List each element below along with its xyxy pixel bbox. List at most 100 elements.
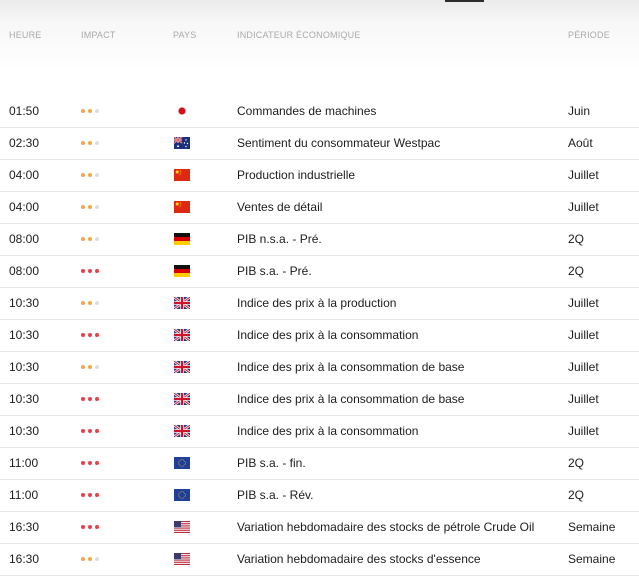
column-header-time[interactable]: HEURE (9, 29, 42, 41)
event-time: 10:30 (9, 392, 40, 406)
table-row[interactable]: 10:30 Indice des prix à la consommation Ju… (0, 320, 639, 352)
table-row[interactable]: 08:00 PIB n.s.a. - Pré. 2Q (0, 224, 639, 256)
table-row[interactable]: 16:30 Variation hebdomadaire des stocks d… (0, 512, 639, 544)
indicator-name[interactable]: Indice des prix à la consommation de bas… (237, 352, 464, 383)
period-label: Juillet (568, 424, 599, 438)
event-time: 08:00 (9, 264, 40, 278)
impact-indicator-medium (81, 301, 102, 306)
impact-indicator-medium (81, 173, 102, 178)
event-time: 11:00 (9, 456, 39, 470)
event-time: 04:00 (9, 200, 40, 214)
impact-dot (81, 557, 85, 561)
period-label: 2Q (568, 264, 585, 278)
china-flag-icon (174, 169, 190, 181)
china-flag-icon (174, 201, 190, 213)
event-time: 10:30 (9, 328, 40, 342)
impact-indicator-medium (81, 109, 102, 114)
indicator-name[interactable]: Variation hebdomadaire des stocks d'esse… (237, 544, 481, 575)
uk-flag-icon (174, 329, 190, 341)
impact-dot (81, 269, 85, 273)
impact-dot (95, 365, 99, 369)
impact-indicator-medium (81, 237, 102, 242)
indicator-name[interactable]: Commandes de machines (237, 96, 376, 127)
indicator-name[interactable]: Indice des prix à la production (237, 288, 396, 319)
table-row[interactable]: 04:00 Ventes de détail Juillet (0, 192, 639, 224)
column-header-period[interactable]: PÉRIODE (568, 29, 610, 41)
japan-flag-icon (174, 105, 190, 117)
impact-dot (95, 397, 99, 401)
table-row[interactable]: 02:30 Sentiment du consommateur Westpac Ao… (0, 128, 639, 160)
indicator-name[interactable]: Production industrielle (237, 160, 355, 191)
impact-dot (95, 493, 99, 497)
indicator-name[interactable]: Variation hebdomadaire des stocks de pét… (237, 512, 534, 543)
indicator-name[interactable]: Indice des prix à la consommation de bas… (237, 384, 464, 415)
impact-dot (95, 301, 99, 305)
table-row[interactable]: 11:00 PIB s.a. - fin. 2Q (0, 448, 639, 480)
impact-dot (88, 461, 92, 465)
table-row[interactable]: 10:30 Indice des prix à la production Juil… (0, 288, 639, 320)
event-time: 04:00 (9, 168, 40, 182)
impact-dot (88, 269, 92, 273)
impact-dot (95, 333, 99, 337)
period-label: Juillet (568, 360, 599, 374)
impact-dot (88, 525, 92, 529)
table-row[interactable]: 10:30 Indice des prix à la consommation Ju… (0, 416, 639, 448)
period-label: Juillet (568, 328, 599, 342)
table-row[interactable]: 04:00 Production industrielle Juillet (0, 160, 639, 192)
impact-dot (95, 557, 99, 561)
table-row[interactable]: 10:30 Indice des prix à la consommation d… (0, 384, 639, 416)
indicator-name[interactable]: Ventes de détail (237, 192, 322, 223)
period-label: Juin (568, 104, 591, 118)
impact-dot (88, 173, 92, 177)
period-label: Août (568, 136, 593, 150)
impact-indicator-high (81, 397, 102, 402)
impact-indicator-high (81, 525, 102, 530)
impact-dot (95, 269, 99, 273)
impact-indicator-medium (81, 205, 102, 210)
impact-dot (81, 109, 85, 113)
event-time: 08:00 (9, 232, 40, 246)
indicator-name[interactable]: Sentiment du consommateur Westpac (237, 128, 440, 159)
impact-dot (88, 205, 92, 209)
eu-flag-icon (174, 489, 190, 501)
event-time: 10:30 (9, 360, 40, 374)
impact-dot (88, 557, 92, 561)
impact-dot (88, 301, 92, 305)
table-row[interactable]: 01:50 Commandes de machines Juin (0, 96, 639, 128)
table-row[interactable]: 08:00 PIB s.a. - Pré. 2Q (0, 256, 639, 288)
impact-dot (95, 525, 99, 529)
impact-dot (88, 109, 92, 113)
germany-flag-icon (174, 233, 190, 245)
indicator-name[interactable]: PIB n.s.a. - Pré. (237, 224, 322, 255)
period-label: Semaine (568, 520, 616, 534)
impact-dot (81, 397, 85, 401)
period-label: Juillet (568, 168, 599, 182)
impact-dot (88, 397, 92, 401)
period-label: Juillet (568, 392, 599, 406)
column-header-country[interactable]: PAYS (173, 29, 196, 41)
impact-dot (81, 141, 85, 145)
impact-dot (95, 205, 99, 209)
impact-indicator-medium (81, 557, 102, 562)
table-row[interactable]: 16:30 Variation hebdomadaire des stocks d… (0, 544, 639, 576)
impact-indicator-high (81, 461, 102, 466)
impact-dot (88, 365, 92, 369)
impact-dot (81, 493, 85, 497)
indicator-name[interactable]: Indice des prix à la consommation (237, 416, 418, 447)
column-header-indicator[interactable]: INDICATEUR ÉCONOMIQUE (237, 29, 361, 41)
table-row[interactable]: 11:00 PIB s.a. - Rév. 2Q (0, 480, 639, 512)
period-label: Juillet (568, 200, 599, 214)
event-time: 16:30 (9, 552, 40, 566)
indicator-name[interactable]: PIB s.a. - fin. (237, 448, 306, 479)
indicator-name[interactable]: Indice des prix à la consommation (237, 320, 418, 351)
column-header-impact[interactable]: IMPACT (81, 29, 116, 41)
active-tab-indicator (445, 0, 484, 2)
impact-dot (95, 237, 99, 241)
indicator-name[interactable]: PIB s.a. - Pré. (237, 256, 312, 287)
impact-indicator-medium (81, 365, 102, 370)
australia-flag-icon (174, 137, 190, 149)
impact-dot (95, 429, 99, 433)
indicator-name[interactable]: PIB s.a. - Rév. (237, 480, 313, 511)
table-row[interactable]: 10:30 Indice des prix à la consommation d… (0, 352, 639, 384)
impact-dot (95, 109, 99, 113)
